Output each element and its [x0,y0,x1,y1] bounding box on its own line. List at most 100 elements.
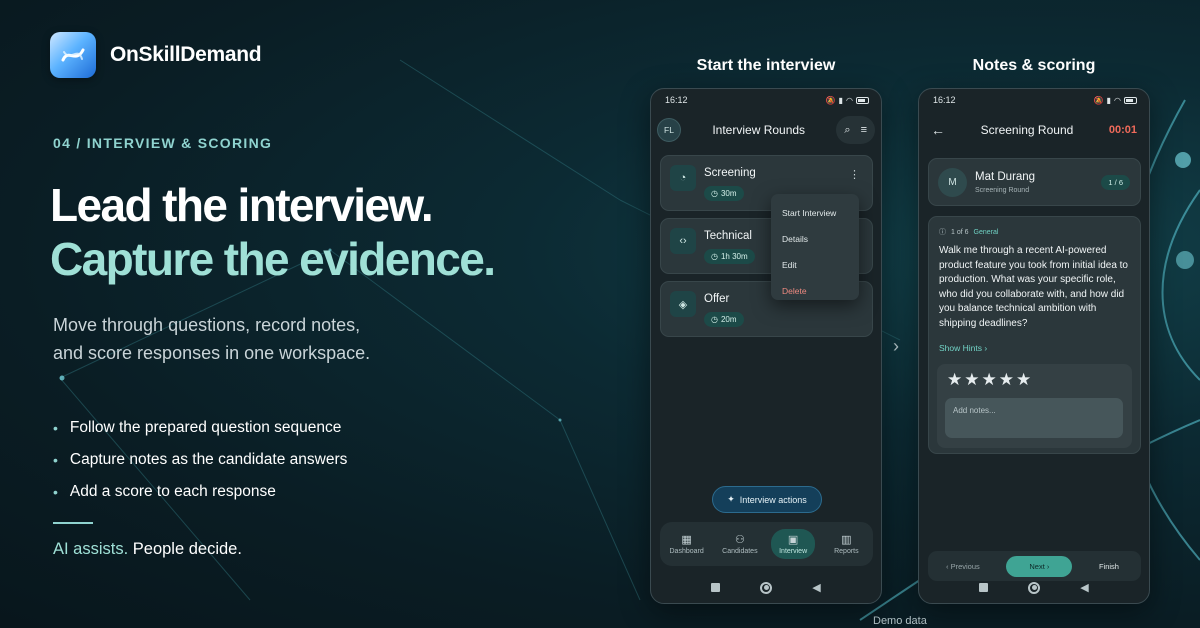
list-item: • Follow the prepared question sequence [53,412,347,444]
bullet-icon: • [53,484,58,500]
chevron-right-icon: › [893,336,899,356]
button-label: Previous [950,561,980,571]
candidate-card: M Mat Durang Screening Round 1 / 6 [928,158,1141,206]
demo-label: Demo data [873,615,927,627]
next-button[interactable]: Next › [1006,555,1073,577]
duration-badge: ◷ 20m [704,312,744,327]
system-nav: ◀ [919,581,1149,594]
nav-label: Candidates [722,548,758,555]
lead-line: Move through questions, record notes, [53,315,361,335]
recents-icon[interactable] [979,583,989,592]
grid-icon: ▦ [681,534,692,546]
info-icon: ⓘ [939,229,946,236]
list-item-text: Add a score to each response [69,483,276,500]
show-hints-link[interactable]: Show Hints › [939,343,987,353]
tagline-accent: AI assists. [53,540,129,558]
app-bar: ← Screening Round 00:01 [919,111,1149,149]
question-progress-badge: 1 / 6 [1101,175,1130,190]
home-icon[interactable] [1028,581,1041,594]
headline-accent: Capture the evidence. [50,233,496,285]
menu-item-edit[interactable]: Edit [771,252,859,278]
clock-icon: ◷ [711,189,718,198]
clock-icon: ◷ [711,315,718,324]
question-text: Walk me through a recent AI-powered prod… [939,245,1128,329]
menu-item-start-interview[interactable]: Start Interview [771,200,859,226]
headline-primary: Lead the interview. [50,179,434,231]
more-vertical-icon[interactable]: ⋮ [849,168,860,181]
bullet-icon: • [53,452,58,468]
menu-item-details[interactable]: Details [771,226,859,252]
section-eyebrow: 04 / INTERVIEW & SCORING [53,135,273,151]
interview-timer: 00:01 [1108,124,1137,136]
signal-icon: ▮ [838,95,844,105]
sparkle-icon: ✦ [727,494,735,504]
nav-item-dashboard[interactable]: ▦ Dashboard [665,529,709,559]
lead-line: and score responses in one workspace. [53,343,371,363]
search-icon[interactable]: ⌕ [844,124,850,137]
mute-icon: 🔕 [825,95,836,105]
status-icons: 🔕 ▮ ◠ [1094,96,1137,105]
clock-icon: ◷ [711,252,718,261]
bottom-nav: ▦ Dashboard ⚇ Candidates ▣ Interview ▥ Repor… [660,522,873,566]
list-item-text: Capture notes as the candidate answers [69,451,348,468]
round-name: Technical [704,230,752,242]
status-bar: 16:12 🔕 ▮ ◠ [651,89,881,111]
system-nav: ◀ [651,581,881,594]
battery-icon [856,96,869,104]
filter-icon[interactable]: ≡ [861,124,867,136]
app-bar: FL Interview Rounds ⌕ ≡ [651,111,881,149]
phone1-caption: Start the interview [696,57,836,74]
nav-item-interview[interactable]: ▣ Interview [771,529,816,559]
calendar-icon: ▣ [787,534,799,546]
brand-logo-icon [50,32,96,78]
round-name: Offer [704,293,730,305]
avatar[interactable]: FL [657,118,681,142]
duration-text: 1h 30m [720,252,748,261]
candidate-round: Screening Round [975,187,1030,194]
app-bar-actions: ⌕ ≡ [836,116,875,144]
back-arrow-icon[interactable]: ← [925,122,945,138]
status-icons: 🔕 ▮ ◠ [826,96,869,105]
nav-item-candidates[interactable]: ⚇ Candidates [718,529,762,559]
tagline: AI assists. People decide. [53,540,242,559]
mute-icon: 🔕 [1093,95,1104,105]
candidate-name: Mat Durang [975,171,1036,183]
chart-icon: ▥ [841,534,852,546]
phone-screening-round: 16:12 🔕 ▮ ◠ ← Screening Round 00:01 M Mat … [918,88,1150,604]
list-item: • Capture notes as the candidate answers [53,444,347,476]
page-title: Screening Round [980,123,1074,137]
question-card: ⓘ 1 of 6 General Walk me through a recen… [928,216,1141,454]
recents-icon[interactable] [711,583,721,592]
notes-input[interactable]: Add notes... [945,398,1123,438]
back-triangle-icon[interactable]: ◀ [1080,581,1088,594]
round-context-menu: Start Interview Details Edit Delete [771,194,859,300]
round-name: Screening [704,167,756,179]
brand: OnSkillDemand [50,32,262,78]
question-footer: ‹ Previous Next › Finish [928,551,1141,581]
star-rating[interactable]: ★★★★★ [947,370,1033,390]
nav-item-reports[interactable]: ▥ Reports [824,529,868,559]
chevron-right-icon: › [984,343,988,353]
lead-paragraph: Move through questions, record notes, an… [53,311,453,367]
gauge-icon: ◔ [670,165,696,191]
bullet-icon: • [53,420,58,436]
signal-icon: ▮ [1106,95,1112,105]
phone-interview-rounds: 16:12 🔕 ▮ ◠ FL Interview Rounds ⌕ ≡ ◔ Scre… [650,88,882,604]
back-triangle-icon[interactable]: ◀ [812,581,820,594]
home-icon[interactable] [760,581,773,594]
question-counter: 1 of 6 [951,228,969,236]
interview-actions-button[interactable]: ✦ Interview actions [712,486,822,513]
menu-item-delete[interactable]: Delete [771,278,859,304]
duration-text: 30m [720,189,737,198]
duration-badge: ◷ 1h 30m [704,249,755,264]
button-label: Interview actions [739,494,807,505]
list-item: • Add a score to each response [53,476,347,508]
button-label: Next [1029,561,1045,571]
feature-list: • Follow the prepared question sequence •… [53,412,347,508]
finish-button[interactable]: Finish [1099,562,1131,571]
brand-name: OnSkillDemand [110,43,262,66]
battery-icon [1124,96,1137,104]
previous-button[interactable]: ‹ Previous [946,562,980,571]
wifi-icon: ◠ [1114,95,1121,105]
tagline-text: People decide. [128,540,242,558]
